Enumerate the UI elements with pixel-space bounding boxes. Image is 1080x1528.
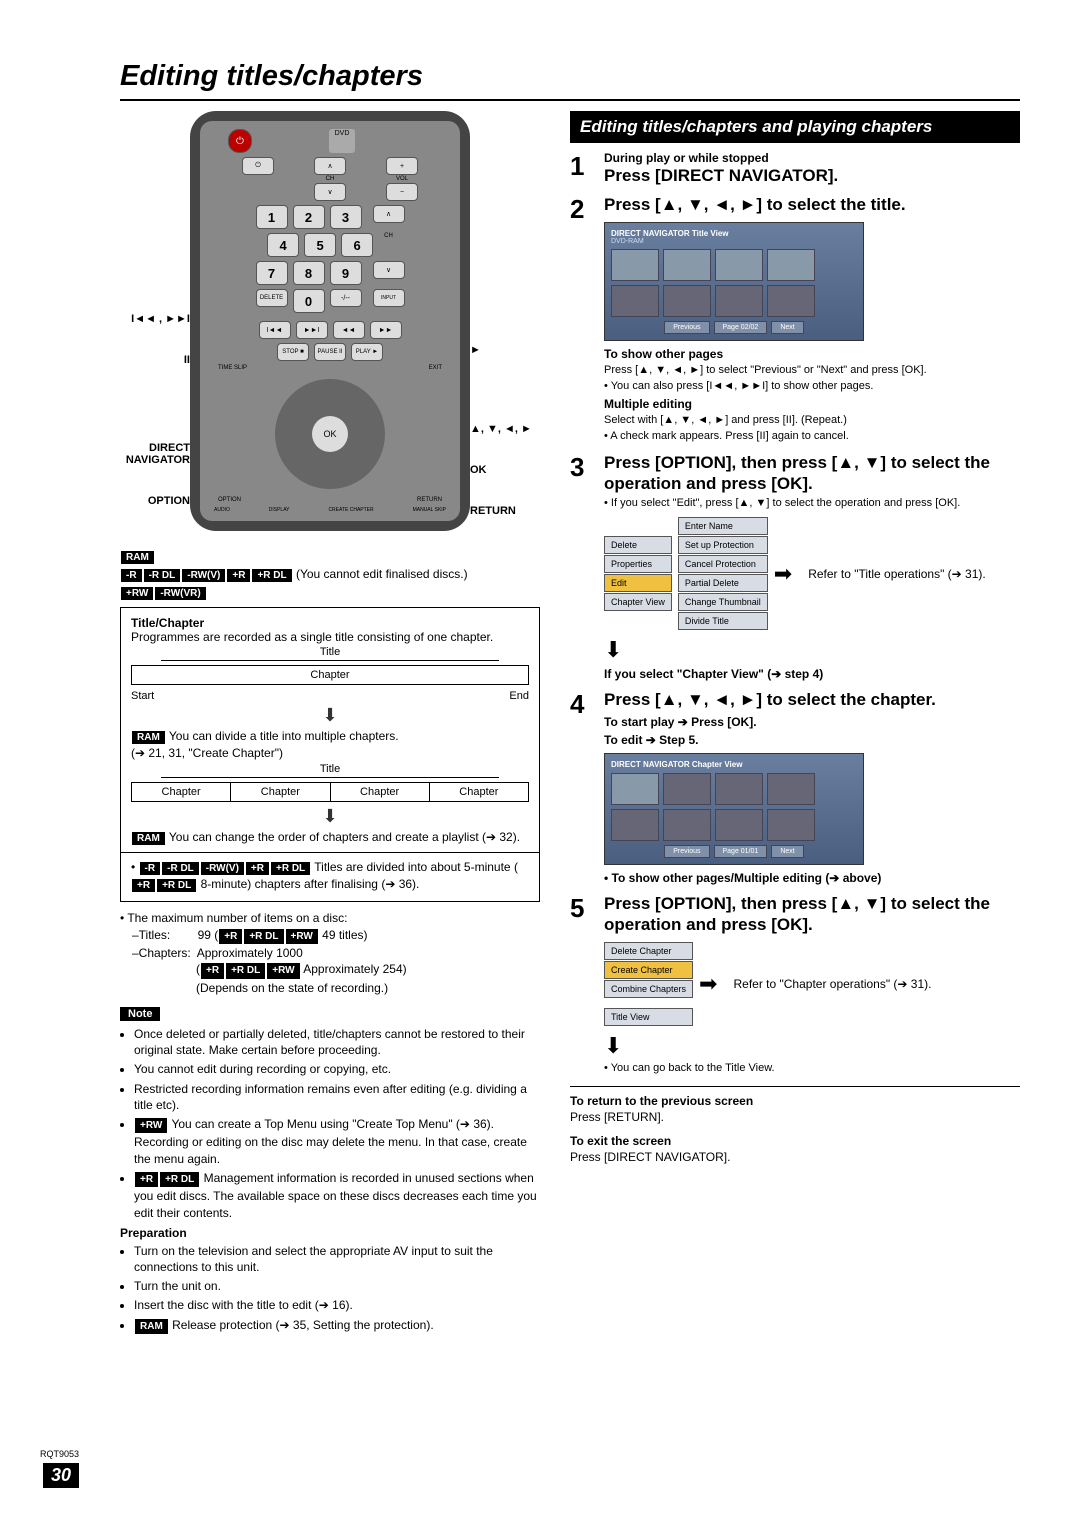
title-chapter-box: Title/Chapter Programmes are recorded as… [120,607,540,902]
down-arrow-icon: ⬇ [131,806,529,827]
page-footer: RQT9053 30 [40,1449,79,1488]
max-items: • The maximum number of items on a disc:… [120,910,540,996]
arrow-icon: ➡ [774,561,792,587]
chapter-option-menu: Delete Chapter Create Chapter Combine Ch… [604,941,1020,1027]
preparation: Preparation Turn on the television and s… [120,1225,540,1335]
step1-main: Press [DIRECT NAVIGATOR]. [604,165,1020,186]
step2-sub: To show other pages [604,347,1020,361]
step3-main: Press [OPTION], then press [▲, ▼] to sel… [604,452,1020,495]
arrow-icon: ⬇ [604,637,622,662]
callout-play: ► [470,344,540,356]
callout-dpad: ▲, ▼, ◄, ► [470,423,540,435]
step2-main: Press [▲, ▼, ◄, ►] to select the title. [604,194,1020,215]
callout-skip: I◄◄ , ►►I [120,313,190,325]
callout-ok: OK [470,464,540,476]
step-number: 3 [570,452,604,682]
page-title: Editing titles/chapters [120,60,1020,93]
callout-return: RETURN [470,505,540,517]
exit-instr: To exit the screenPress [DIRECT NAVIGATO… [570,1133,1020,1165]
remote-diagram: I◄◄ , ►►I II DIRECT NAVIGATOR OPTION ⏻ D… [120,111,540,541]
down-arrow-icon: ⬇ [131,705,529,726]
arrow-icon: ➡ [699,971,717,997]
step4-main: Press [▲, ▼, ◄, ►] to select the chapter… [604,689,1020,710]
return-instr: To return to the previous screenPress [R… [570,1093,1020,1125]
callout-option: OPTION [120,495,190,507]
arrow-icon: ⬇ [604,1033,622,1058]
screen-chapter-view: DIRECT NAVIGATOR Chapter View Previous P… [604,753,864,865]
screen-title-view: DIRECT NAVIGATOR Title View DVD-RAM Prev… [604,222,864,341]
step-number: 4 [570,689,604,884]
title-rule [120,99,1020,101]
option-menu: Delete Properties Edit Chapter View Ente… [604,516,1020,631]
step-number: 1 [570,151,604,186]
note-block: Note Once deleted or partially deleted, … [120,1004,540,1221]
disc-tags: RAM -R-R DL-RW(V)+R+R DL (You cannot edi… [120,547,540,601]
step1-pre: During play or while stopped [604,151,1020,165]
step-number: 2 [570,194,604,443]
callout-pause: II [120,354,190,366]
step-number: 5 [570,893,604,1076]
section-bar: Editing titles/chapters and playing chap… [570,111,1020,143]
step5-main: Press [OPTION], then press [▲, ▼] to sel… [604,893,1020,936]
callout-directnav: DIRECT NAVIGATOR [120,442,190,466]
